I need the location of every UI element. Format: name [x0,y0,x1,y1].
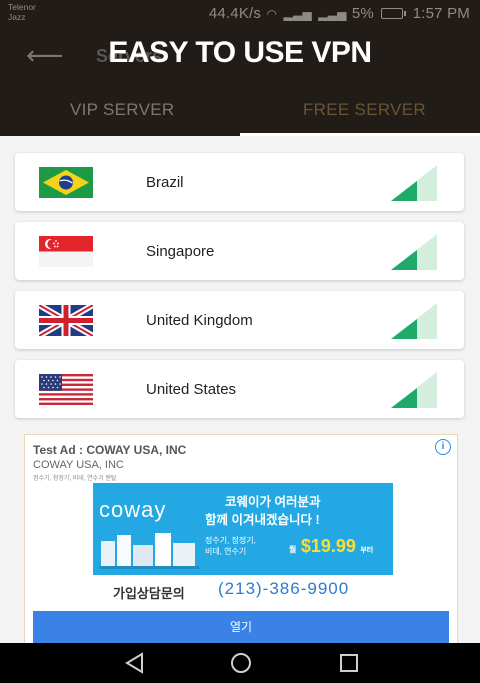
recents-nav-icon[interactable] [336,651,362,675]
home-nav-icon[interactable] [228,651,254,675]
signal-icon [391,234,437,270]
app-header: Telenor Jazz 44.4K/s ◠ ▂▃▅ ▂▃▅ 5% 1:57 P… [0,0,480,136]
banner-line-1: 코웨이가 여러분과 [225,495,321,509]
banner-products-1: 정수기, 정정기, [205,536,256,545]
appliances-image [99,533,199,569]
server-item-singapore[interactable]: Singapore [15,222,464,280]
ad-open-button[interactable]: 열기 [33,611,449,643]
server-name: United Kingdom [146,312,253,329]
brazil-flag-icon [39,167,93,198]
back-nav-icon[interactable] [122,651,148,675]
signal-bars-icon: ▂▃▅ [283,7,312,21]
banner-line-2: 함께 이겨내겠습니다 ! [205,513,320,527]
coway-logo: coway [99,497,167,522]
server-name: Singapore [146,243,215,260]
price-suffix: 부터 [360,547,374,554]
battery-percent: 5% [351,5,374,22]
tab-vip-server[interactable]: VIP SERVER [70,100,174,120]
server-name: United States [146,381,237,398]
server-name: Brazil [146,174,184,191]
promo-headline: EASY TO USE VPN [108,36,372,69]
price-prefix: 월 [289,545,297,554]
ad-card[interactable]: Test Ad : COWAY USA, INC COWAY USA, INC … [24,434,458,652]
active-tab-indicator [240,133,480,136]
carrier-top: Telenor [8,2,36,12]
ad-small-text: 정수기, 청정기, 비데, 연수기 렌탈 [33,476,117,482]
ad-title: Test Ad : COWAY USA, INC [33,443,187,457]
price-value: $19.99 [300,536,356,556]
tab-free-server[interactable]: FREE SERVER [303,100,426,120]
server-item-brazil[interactable]: Brazil [15,153,464,211]
battery-icon [381,8,407,19]
singapore-flag-icon [39,236,93,267]
signal-bars-icon-2: ▂▃▅ [318,7,347,21]
ad-contact-label: 가입상담문의 [113,586,185,601]
status-right: 44.4K/s ◠ ▂▃▅ ▂▃▅ 5% 1:57 PM [209,5,470,22]
us-flag-icon [39,374,93,405]
system-navigation-bar [0,643,480,683]
ad-phone-number[interactable]: (213)-386-9900 [218,579,349,599]
wifi-icon: ◠ [266,7,278,21]
ad-banner-image[interactable]: coway 코웨이가 여러분과 함께 이겨내겠습니다 ! 정수기, 정정기, 비… [93,483,393,575]
network-speed: 44.4K/s [208,5,262,22]
carrier-info: Telenor Jazz [8,2,36,22]
server-item-united-kingdom[interactable]: United Kingdom [15,291,464,349]
banner-products-2: 비데, 연수기 [205,547,247,556]
clock: 1:57 PM [412,5,470,22]
uk-flag-icon [39,305,93,336]
signal-icon [391,165,437,201]
price-tag: 월 $19.99 부터 [289,536,373,557]
ad-advertiser: COWAY USA, INC [33,459,124,471]
ad-info-icon[interactable]: i [435,439,451,455]
signal-icon [391,372,437,408]
carrier-bottom: Jazz [8,12,26,22]
server-item-united-states[interactable]: United States [15,360,464,418]
signal-icon [391,303,437,339]
status-bar: Telenor Jazz 44.4K/s ◠ ▂▃▅ ▂▃▅ 5% 1:57 P… [0,0,480,30]
